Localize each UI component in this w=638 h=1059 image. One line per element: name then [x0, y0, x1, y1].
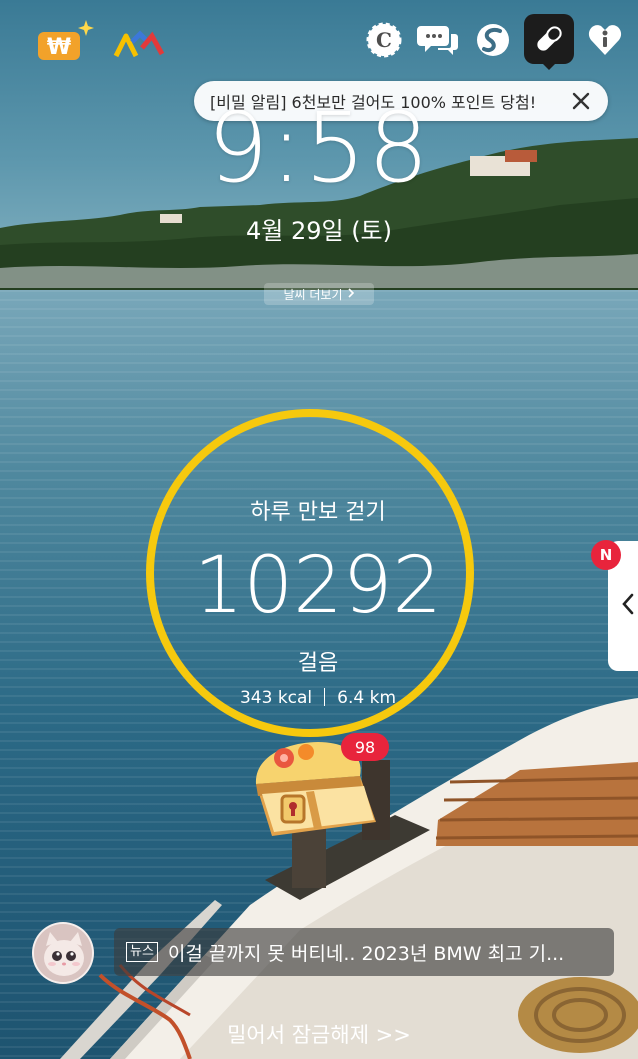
rainbow-icon[interactable] — [113, 30, 165, 58]
distance-value: 6.4 km — [337, 688, 397, 708]
weather-more-label: 날씨 더보기 — [283, 287, 343, 302]
slide-to-unlock[interactable]: 밀어서 잠금해제 >> — [0, 1019, 638, 1049]
new-badge: N — [591, 540, 621, 570]
chat-bubbles-icon[interactable] — [416, 20, 460, 60]
kcal-value: 343 kcal — [239, 688, 313, 708]
pill-icon[interactable] — [524, 14, 574, 64]
lockscreen-date: 4월 29일 (토) — [245, 217, 393, 245]
step-unit: 걸음 — [297, 651, 339, 676]
stats-divider — [324, 688, 326, 706]
chevron-left-icon — [621, 593, 635, 619]
chevron-right-icon — [347, 287, 355, 301]
pedometer-stats: 343 kcal 6.4 km — [146, 688, 490, 708]
s-swirl-icon[interactable] — [472, 20, 514, 60]
top-left-icons: ₩ — [36, 18, 176, 70]
avatar[interactable] — [32, 922, 94, 984]
pill-pointer — [541, 62, 557, 70]
svg-text:C: C — [376, 28, 392, 52]
weather-more-button[interactable]: 날씨 더보기 — [264, 283, 374, 305]
lockscreen-clock: 9:58 — [207, 92, 431, 204]
coin-c-icon[interactable]: C — [364, 20, 404, 60]
chest-count-badge: 98 — [341, 733, 389, 761]
info-heart-icon[interactable] — [584, 20, 626, 60]
news-ticker[interactable]: 뉴스 이걸 끝까지 못 버티네.. 2023년 BMW 최고 기... — [114, 928, 614, 976]
step-count: 10292 — [193, 541, 443, 631]
pedometer-title: 하루 만보 걷기 — [250, 500, 386, 525]
news-headline: 이걸 끝까지 못 버티네.. 2023년 BMW 최고 기... — [167, 942, 565, 965]
won-coin-icon[interactable]: ₩ — [38, 20, 94, 60]
svg-text:₩: ₩ — [47, 35, 71, 60]
news-tag: 뉴스 — [126, 942, 158, 962]
